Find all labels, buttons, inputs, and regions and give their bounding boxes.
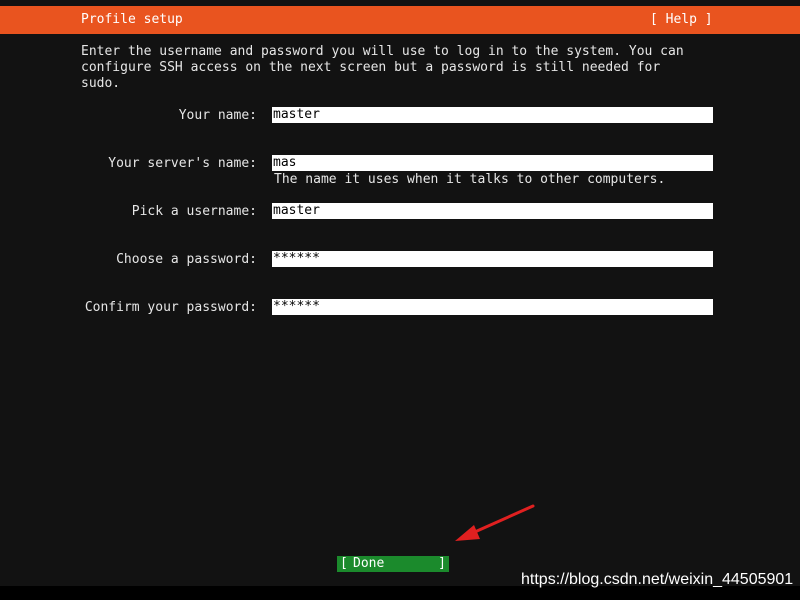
password-input[interactable]	[272, 251, 713, 267]
help-button[interactable]: [ Help ]	[650, 12, 713, 28]
page-title: Profile setup	[81, 12, 183, 27]
your-name-label: Your name:	[178, 108, 257, 123]
username-label: Pick a username:	[131, 204, 257, 219]
confirm-password-input[interactable]	[272, 299, 713, 315]
done-button[interactable]: [ Done ]	[337, 556, 449, 572]
server-name-hint: The name it uses when it talks to other …	[274, 172, 666, 187]
done-bracket-close: ]	[438, 556, 446, 571]
confirm-password-label: Confirm your password:	[84, 300, 257, 315]
your-name-input[interactable]	[272, 107, 713, 123]
watermark: https://blog.csdn.net/weixin_44505901	[521, 571, 794, 588]
red-arrow-icon	[455, 504, 535, 541]
done-bracket-open: [	[340, 556, 348, 571]
server-name-label: Your server's name:	[108, 156, 257, 171]
intro-text: Enter the username and password you will…	[81, 44, 684, 91]
installer-screen: Profile setup [ Help ] Enter the usernam…	[0, 0, 800, 600]
password-label: Choose a password:	[116, 252, 257, 267]
done-label: Done	[353, 556, 385, 571]
username-input[interactable]	[272, 203, 713, 219]
server-name-input[interactable]	[272, 155, 713, 171]
